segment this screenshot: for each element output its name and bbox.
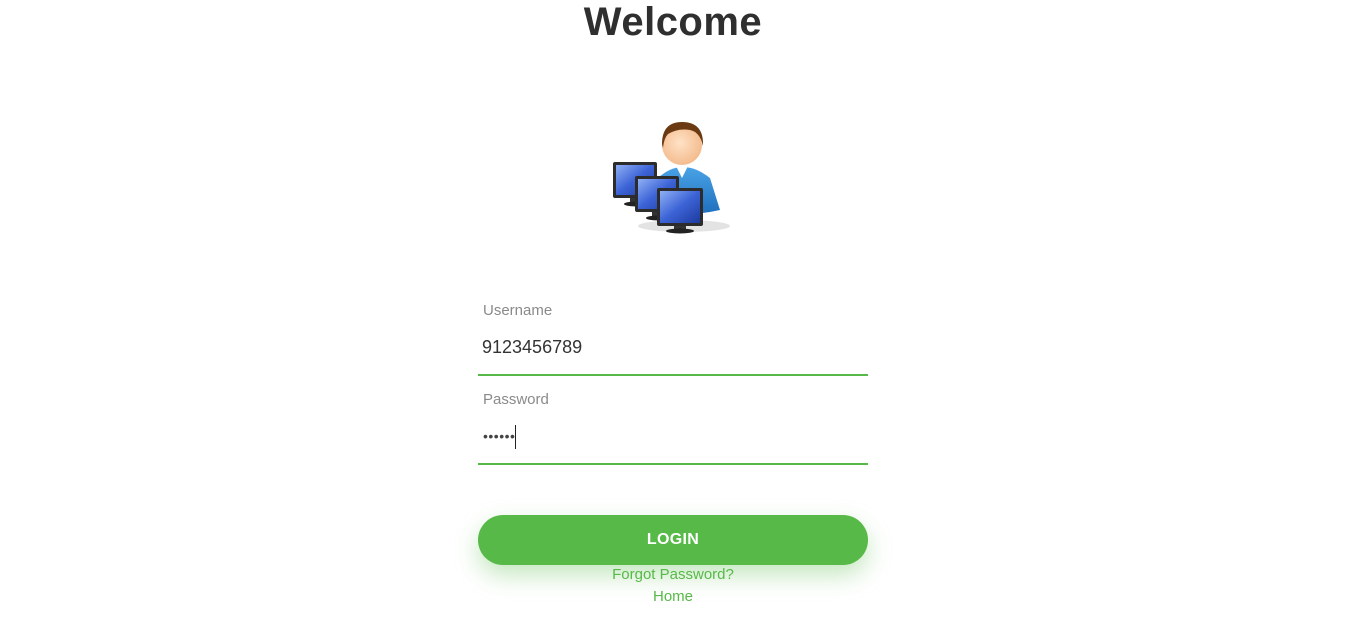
page-title: Welcome [583, 0, 763, 44]
user-with-computers-icon [610, 118, 734, 236]
username-field[interactable]: Username [478, 300, 868, 376]
username-label: Username [483, 302, 553, 319]
password-label: Password [483, 391, 549, 408]
password-field[interactable]: Password •••••• [478, 389, 868, 465]
password-masked-value: •••••• [483, 428, 516, 444]
forgot-password-link[interactable]: Forgot Password? [0, 566, 1346, 583]
text-caret [515, 425, 517, 450]
password-input[interactable]: •••••• [483, 423, 517, 450]
login-button[interactable]: LOGIN [478, 515, 868, 565]
username-input[interactable] [482, 334, 862, 360]
login-page: Welcome Username 9123456789 Password •••… [0, 0, 1346, 621]
home-link[interactable]: Home [0, 588, 1346, 605]
